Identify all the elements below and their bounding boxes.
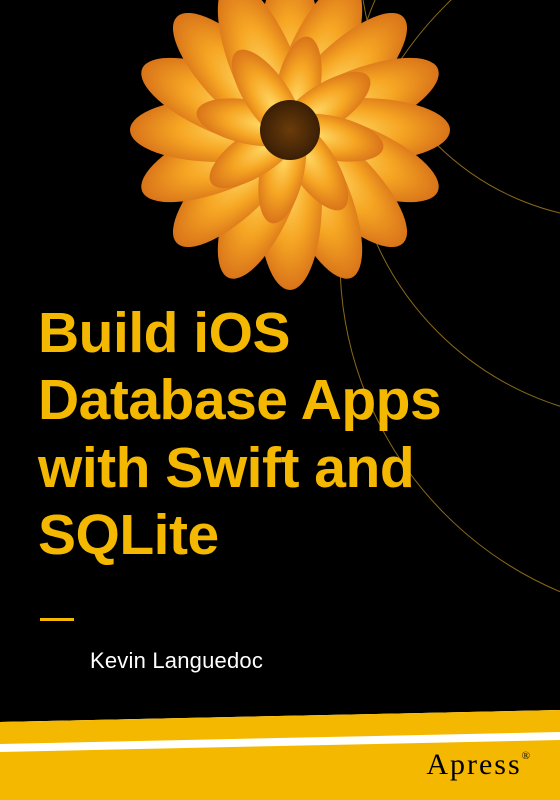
book-title: Build iOS Database Apps with Swift and S… xyxy=(38,300,538,569)
dahlia-flower-icon xyxy=(130,0,450,290)
publisher-name: Apress xyxy=(426,748,521,781)
publisher-logo: Apress® xyxy=(426,748,532,782)
title-divider xyxy=(40,618,74,621)
author-name: Kevin Languedoc xyxy=(90,648,263,674)
registered-mark: ® xyxy=(522,750,532,762)
publisher-bar: Apress® xyxy=(0,710,560,800)
book-cover: Build iOS Database Apps with Swift and S… xyxy=(0,0,560,800)
